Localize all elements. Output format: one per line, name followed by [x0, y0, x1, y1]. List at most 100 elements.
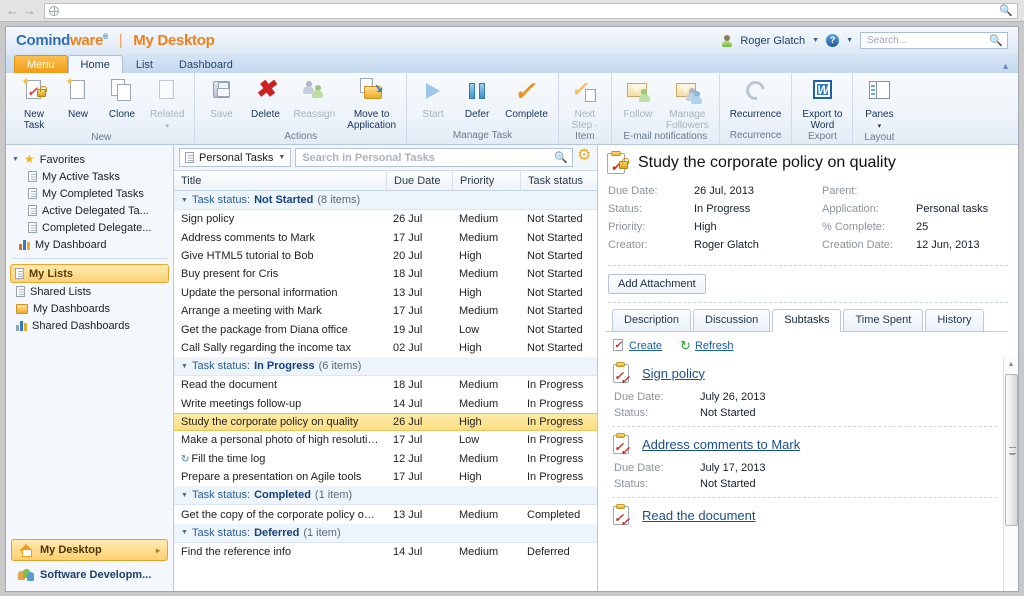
ribbon-tab-menu[interactable]: Menu — [14, 55, 68, 73]
ribbon-tab-dashboard[interactable]: Dashboard — [166, 55, 246, 73]
forward-arrow-icon[interactable]: → — [23, 3, 36, 18]
panes-button[interactable]: Panes ▾ — [857, 77, 901, 132]
table-row[interactable]: Arrange a meeting with Mark 17 Jul Mediu… — [174, 302, 597, 320]
clone-button[interactable]: Clone — [100, 77, 144, 121]
tab-time-spent[interactable]: Time Spent — [843, 309, 924, 332]
twisty-icon[interactable]: ▼ — [181, 529, 188, 536]
twisty-icon[interactable]: ▼ — [181, 492, 188, 499]
table-row[interactable]: Find the reference info 14 Jul Medium De… — [174, 543, 597, 561]
gear-icon[interactable] — [577, 148, 592, 165]
new-button[interactable]: ✦ New — [56, 77, 100, 121]
chevron-down-icon[interactable]: ▼ — [278, 154, 285, 161]
add-attachment-button[interactable]: Add Attachment — [608, 274, 706, 294]
scrollbar-thumb[interactable] — [1004, 374, 1018, 526]
table-row[interactable]: Prepare a presentation on Agile tools 17… — [174, 468, 597, 486]
global-search[interactable]: 🔍 — [860, 32, 1008, 49]
list-item[interactable]: ✓ ✓ Sign policy Due Date: July 26, 2013 … — [612, 356, 997, 426]
group-header-completed[interactable]: ▼ Task status: Completed (1 item) — [174, 486, 597, 506]
table-row[interactable]: Read the document 18 Jul Medium In Progr… — [174, 376, 597, 394]
search-input[interactable] — [865, 34, 990, 47]
twisty-icon[interactable]: ▼ — [181, 197, 188, 204]
create-subtask-action[interactable]: ✓ Create — [612, 339, 662, 352]
workspace-software-development[interactable]: Software Developm... — [11, 564, 168, 586]
manage-followers-button[interactable]: Manage Followers — [660, 77, 715, 131]
table-row[interactable]: Address comments to Mark 17 Jul Medium N… — [174, 228, 597, 246]
table-row[interactable]: Call Sally regarding the income tax 02 J… — [174, 339, 597, 357]
group-header-in-progress[interactable]: ▼ Task status: In Progress (6 items) — [174, 357, 597, 377]
sidebar-item-active-delegated-tasks[interactable]: Active Delegated Ta... — [6, 202, 173, 219]
column-header-due-date[interactable]: Due Date — [386, 170, 452, 191]
help-icon[interactable]: ? — [826, 34, 840, 47]
related-button[interactable]: Related ▾ — [144, 77, 190, 132]
sidebar-item-my-dashboards[interactable]: My Dashboards — [6, 300, 173, 317]
new-task-button[interactable]: ✦ ✓ New Task — [12, 77, 56, 131]
chevron-right-icon[interactable]: ▸ — [156, 546, 160, 555]
twisty-icon[interactable]: ▼ — [181, 363, 188, 370]
column-header-task-status[interactable]: Task status — [520, 170, 596, 191]
search-icon[interactable]: 🔍 — [554, 151, 568, 164]
ribbon-tab-list[interactable]: List — [123, 55, 166, 73]
table-row[interactable]: Give HTML5 tutorial to Bob 20 Jul High N… — [174, 247, 597, 265]
list-item[interactable]: ✓ ✓ Read the document — [612, 497, 997, 533]
search-icon[interactable]: 🔍 — [999, 4, 1013, 17]
refresh-subtasks-label[interactable]: Refresh — [695, 340, 734, 352]
table-row[interactable]: Write meetings follow-up 14 Jul Medium I… — [174, 395, 597, 413]
sidebar-item-my-active-tasks[interactable]: My Active Tasks — [6, 168, 173, 185]
table-row[interactable]: Get the copy of the corporate policy on … — [174, 505, 597, 523]
subtask-title[interactable]: Address comments to Mark — [642, 437, 800, 452]
defer-button[interactable]: Defer — [455, 77, 499, 121]
user-name[interactable]: Roger Glatch — [740, 35, 805, 47]
tab-description[interactable]: Description — [612, 309, 692, 332]
column-header-priority[interactable]: Priority — [452, 170, 520, 191]
list-item[interactable]: ✓ ✓ Address comments to Mark Due Date: J… — [612, 426, 997, 497]
export-to-word-button[interactable]: W Export to Word — [796, 77, 848, 131]
refresh-subtasks-action[interactable]: ↻ Refresh — [680, 339, 734, 352]
list-search-box[interactable]: 🔍 — [295, 148, 573, 167]
sidebar-item-my-dashboard[interactable]: My Dashboard — [6, 236, 173, 253]
save-button[interactable]: Save — [199, 77, 243, 121]
twisty-icon[interactable]: ▼ — [12, 156, 19, 163]
back-arrow-icon[interactable]: ← — [6, 3, 19, 18]
chevron-down-icon[interactable]: ▼ — [812, 37, 819, 44]
subtask-title[interactable]: Sign policy — [642, 366, 705, 381]
collapse-ribbon-icon[interactable]: ▲ — [1001, 61, 1010, 71]
table-row[interactable]: Get the package from Diana office 19 Jul… — [174, 320, 597, 338]
sidebar-item-completed-delegated[interactable]: Completed Delegate... — [6, 219, 173, 236]
table-row[interactable]: Buy present for Cris 18 Jul Medium Not S… — [174, 265, 597, 283]
group-header-deferred[interactable]: ▼ Task status: Deferred (1 item) — [174, 523, 597, 543]
follow-button[interactable]: Follow — [616, 77, 660, 121]
move-to-application-button[interactable]: ↘ Move to Application — [341, 77, 402, 131]
list-selector-dropdown[interactable]: Personal Tasks ▼ — [179, 148, 292, 167]
table-row-selected[interactable]: Study the corporate policy on quality 26… — [174, 412, 597, 432]
recurrence-button[interactable]: Recurrence — [724, 77, 788, 121]
url-bar[interactable]: 🔍 — [44, 2, 1018, 19]
complete-button[interactable]: ✓ Complete — [499, 77, 554, 121]
create-subtask-label[interactable]: Create — [629, 340, 662, 352]
help-chevron-down-icon[interactable]: ▼ — [846, 37, 853, 44]
next-step-button[interactable]: ✓ Next Step · — [563, 77, 607, 131]
list-search-input[interactable] — [300, 150, 555, 165]
scrollbar-track[interactable] — [1004, 370, 1018, 591]
column-header-title[interactable]: Title — [174, 171, 386, 191]
scroll-up-icon[interactable]: ▴ — [1009, 358, 1013, 370]
table-row[interactable]: ↻ Fill the time log 12 Jul Medium In Prog… — [174, 450, 597, 468]
workspace-my-desktop[interactable]: My Desktop ▸ — [11, 539, 168, 561]
ribbon-tab-home[interactable]: Home — [67, 55, 123, 73]
sidebar-item-shared-dashboards[interactable]: Shared Dashboards — [6, 317, 173, 334]
table-row[interactable]: Update the personal information 13 Jul H… — [174, 284, 597, 302]
sidebar-item-shared-lists[interactable]: Shared Lists — [6, 283, 173, 300]
tab-history[interactable]: History — [925, 309, 984, 332]
tab-subtasks[interactable]: Subtasks — [772, 309, 842, 332]
sidebar-item-my-lists[interactable]: My Lists — [10, 264, 169, 283]
tab-discussion[interactable]: Discussion — [693, 309, 771, 332]
start-button[interactable]: Start — [411, 77, 455, 121]
sidebar-item-favorites[interactable]: ▼ ★ Favorites — [6, 151, 173, 168]
sidebar-item-my-completed-tasks[interactable]: My Completed Tasks — [6, 185, 173, 202]
delete-button[interactable]: ✖ Delete — [243, 77, 287, 121]
table-row[interactable]: Make a personal photo of high resolution… — [174, 431, 597, 449]
group-header-not-started[interactable]: ▼ Task status: Not Started (8 items) — [174, 191, 597, 210]
search-icon[interactable]: 🔍 — [989, 34, 1003, 47]
subtask-scrollbar[interactable]: ▴ — [1003, 356, 1018, 591]
subtask-title[interactable]: Read the document — [642, 508, 755, 523]
table-row[interactable]: Sign policy 26 Jul Medium Not Started — [174, 210, 597, 228]
